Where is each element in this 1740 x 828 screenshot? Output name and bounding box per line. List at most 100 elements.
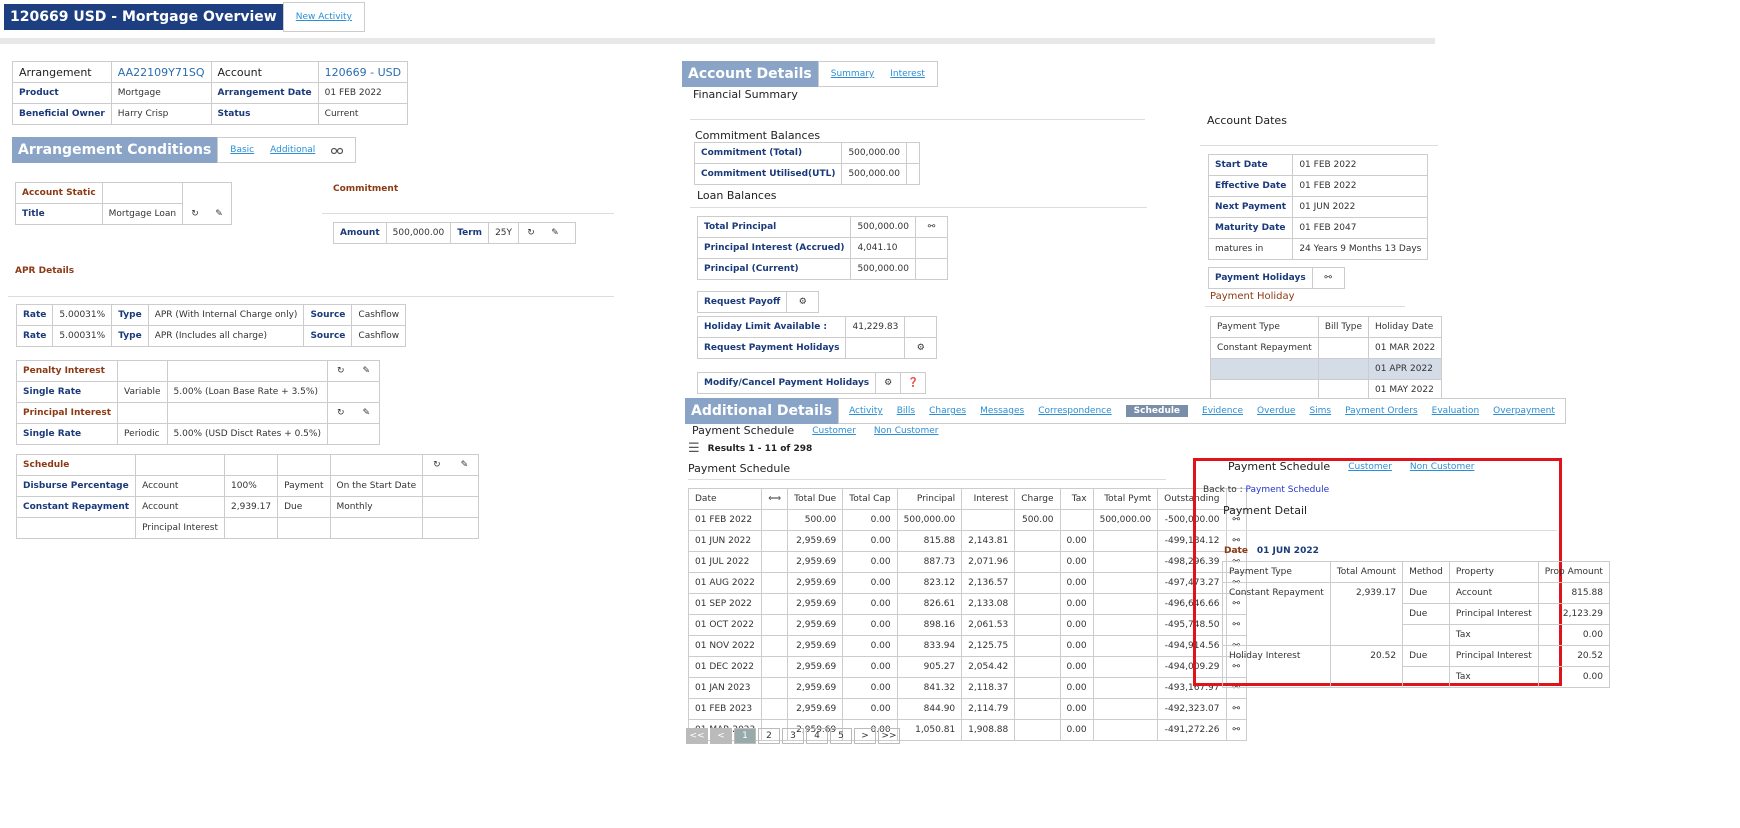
tab-evidence[interactable]: Evidence bbox=[1202, 406, 1243, 416]
menu-icon[interactable]: ☰ bbox=[688, 441, 700, 456]
tab-schedule[interactable]: Schedule bbox=[1125, 405, 1189, 417]
schedule-spacer bbox=[761, 698, 789, 720]
table-row: 01 FEB 2023 2,959.69 0.00 844.90 2,114.79 0.0… bbox=[687, 698, 1248, 720]
edit-icon[interactable]: ✎ bbox=[360, 365, 372, 377]
disburse-when: On the Start Date bbox=[329, 475, 424, 497]
amount-value: 500,000.00 bbox=[385, 222, 452, 244]
penalty-rate-label: Single Rate bbox=[15, 381, 119, 403]
column-header: Property bbox=[1448, 561, 1539, 583]
schedule-total-cap: 0.00 bbox=[842, 572, 898, 594]
tab-charges[interactable]: Charges bbox=[929, 406, 966, 416]
tab-evaluation[interactable]: Evaluation bbox=[1432, 406, 1480, 416]
loan-balances-table: Total Principal 500,000.00 ⚯ Principal I… bbox=[696, 216, 948, 280]
schedule-total-payment bbox=[1092, 698, 1159, 720]
detail-prop-amount: 815.88 bbox=[1537, 582, 1610, 604]
gear-icon[interactable]: ⚙ bbox=[915, 342, 927, 354]
arrangement-table: Arrangement AA22109Y71SQ Account 120669 … bbox=[12, 61, 409, 125]
binoculars-icon[interactable] bbox=[331, 144, 344, 156]
beneficial-owner-value: Harry Crisp bbox=[110, 103, 212, 125]
tab-activity[interactable]: Activity bbox=[849, 406, 883, 416]
binoculars-icon[interactable]: ⚯ bbox=[925, 221, 937, 233]
tab-non-customer[interactable]: Non Customer bbox=[874, 426, 939, 436]
schedule-spacer bbox=[761, 530, 789, 552]
page-5-button[interactable]: 5 bbox=[830, 728, 852, 744]
refresh-icon[interactable]: ↻ bbox=[335, 407, 347, 419]
tab-sims[interactable]: Sims bbox=[1309, 406, 1331, 416]
page-next-button[interactable]: > bbox=[854, 728, 876, 744]
edit-icon[interactable]: ✎ bbox=[360, 407, 372, 419]
edit-icon[interactable]: ✎ bbox=[458, 459, 470, 471]
column-header: Interest bbox=[961, 488, 1016, 510]
resize-columns-icon[interactable]: ⟺ bbox=[768, 494, 781, 504]
back-link[interactable]: Payment Schedule bbox=[1246, 485, 1330, 495]
loan-balances-heading: Loan Balances bbox=[697, 189, 777, 202]
schedule-spacer bbox=[761, 635, 789, 657]
tab-additional[interactable]: Additional bbox=[270, 145, 315, 155]
commitment-total-value: 500,000.00 bbox=[841, 142, 907, 164]
schedule-total-payment bbox=[1092, 656, 1159, 678]
schedule-heading: Schedule bbox=[15, 454, 137, 476]
binoculars-icon[interactable]: ⚯ bbox=[1322, 272, 1334, 284]
tab-payment-orders[interactable]: Payment Orders bbox=[1345, 406, 1418, 416]
schedule-tax: 0.00 bbox=[1059, 677, 1094, 699]
schedule-total-payment bbox=[1092, 593, 1159, 615]
edit-icon[interactable]: ✎ bbox=[213, 208, 225, 220]
refresh-icon[interactable]: ↻ bbox=[189, 208, 201, 220]
schedule-tax: 0.00 bbox=[1059, 698, 1094, 720]
column-header: Total Amount bbox=[1329, 561, 1404, 583]
page-first-button[interactable]: << bbox=[686, 728, 708, 744]
detail-total-amount: 20.52 bbox=[1329, 645, 1404, 667]
payment-holiday-heading: Payment Holiday bbox=[1210, 291, 1295, 302]
tab-summary[interactable]: Summary bbox=[831, 69, 875, 79]
schedule-principal: 500,000.00 bbox=[896, 509, 963, 531]
tab-customer[interactable]: Customer bbox=[812, 426, 856, 436]
page-3-button[interactable]: 3 bbox=[782, 728, 804, 744]
tab-basic[interactable]: Basic bbox=[230, 145, 254, 155]
commitment-balances-table: Commitment (Total) 500,000.00 Commitment… bbox=[693, 142, 920, 185]
edit-icon[interactable]: ✎ bbox=[549, 227, 561, 239]
matures-in-value: 24 Years 9 Months 13 Days bbox=[1292, 238, 1429, 260]
next-payment-label: Next Payment bbox=[1207, 196, 1294, 218]
schedule-charge bbox=[1014, 593, 1061, 615]
binoculars-icon[interactable]: ⚯ bbox=[1233, 704, 1241, 714]
refresh-icon[interactable]: ↻ bbox=[525, 227, 537, 239]
page-1-button[interactable]: 1 bbox=[734, 728, 756, 744]
binoculars-icon[interactable]: ⚯ bbox=[1233, 725, 1241, 735]
schedule-date: 01 DEC 2022 bbox=[687, 656, 763, 678]
detail-property: Principal Interest bbox=[1448, 603, 1539, 625]
page-2-button[interactable]: 2 bbox=[758, 728, 780, 744]
schedule-total-cap: 0.00 bbox=[842, 509, 898, 531]
page-4-button[interactable]: 4 bbox=[806, 728, 828, 744]
gear-icon[interactable]: ⚙ bbox=[797, 296, 809, 308]
help-icon[interactable]: ❓ bbox=[907, 377, 919, 389]
schedule-date: 01 SEP 2022 bbox=[687, 593, 763, 615]
financial-summary-heading: Financial Summary bbox=[693, 88, 798, 101]
maturity-date-value: 01 FEB 2047 bbox=[1292, 217, 1429, 239]
disburse-property: Account bbox=[135, 475, 226, 497]
tab-customer[interactable]: Customer bbox=[1348, 462, 1392, 472]
refresh-icon[interactable]: ↻ bbox=[431, 459, 443, 471]
schedule-total-cap: 0.00 bbox=[842, 698, 898, 720]
tab-non-customer[interactable]: Non Customer bbox=[1410, 462, 1475, 472]
detail-property: Principal Interest bbox=[1448, 645, 1539, 667]
payment-schedule-heading: Payment Schedule bbox=[692, 424, 795, 437]
schedule-total-cap: 0.00 bbox=[842, 530, 898, 552]
tab-overdue[interactable]: Overdue bbox=[1257, 406, 1295, 416]
schedule-total-payment bbox=[1092, 719, 1159, 741]
arrangement-label: Arrangement bbox=[12, 61, 112, 83]
apr-source-value: Cashflow bbox=[351, 304, 407, 326]
schedule-interest: 2,136.57 bbox=[961, 572, 1016, 594]
schedule-interest: 2,061.53 bbox=[961, 614, 1016, 636]
gear-icon[interactable]: ⚙ bbox=[882, 377, 894, 389]
new-activity-link[interactable]: New Activity bbox=[296, 12, 352, 22]
page-last-button[interactable]: >> bbox=[878, 728, 900, 744]
refresh-icon[interactable]: ↻ bbox=[335, 365, 347, 377]
tab-correspondence[interactable]: Correspondence bbox=[1038, 406, 1111, 416]
request-payoff-table: Request Payoff ⚙ bbox=[696, 291, 820, 313]
tab-interest[interactable]: Interest bbox=[890, 69, 925, 79]
page-prev-button[interactable]: < bbox=[710, 728, 732, 744]
tab-overpayment[interactable]: Overpayment bbox=[1493, 406, 1555, 416]
payment-holidays-button[interactable]: Payment Holidays bbox=[1208, 267, 1313, 289]
tab-messages[interactable]: Messages bbox=[980, 406, 1024, 416]
tab-bills[interactable]: Bills bbox=[897, 406, 915, 416]
